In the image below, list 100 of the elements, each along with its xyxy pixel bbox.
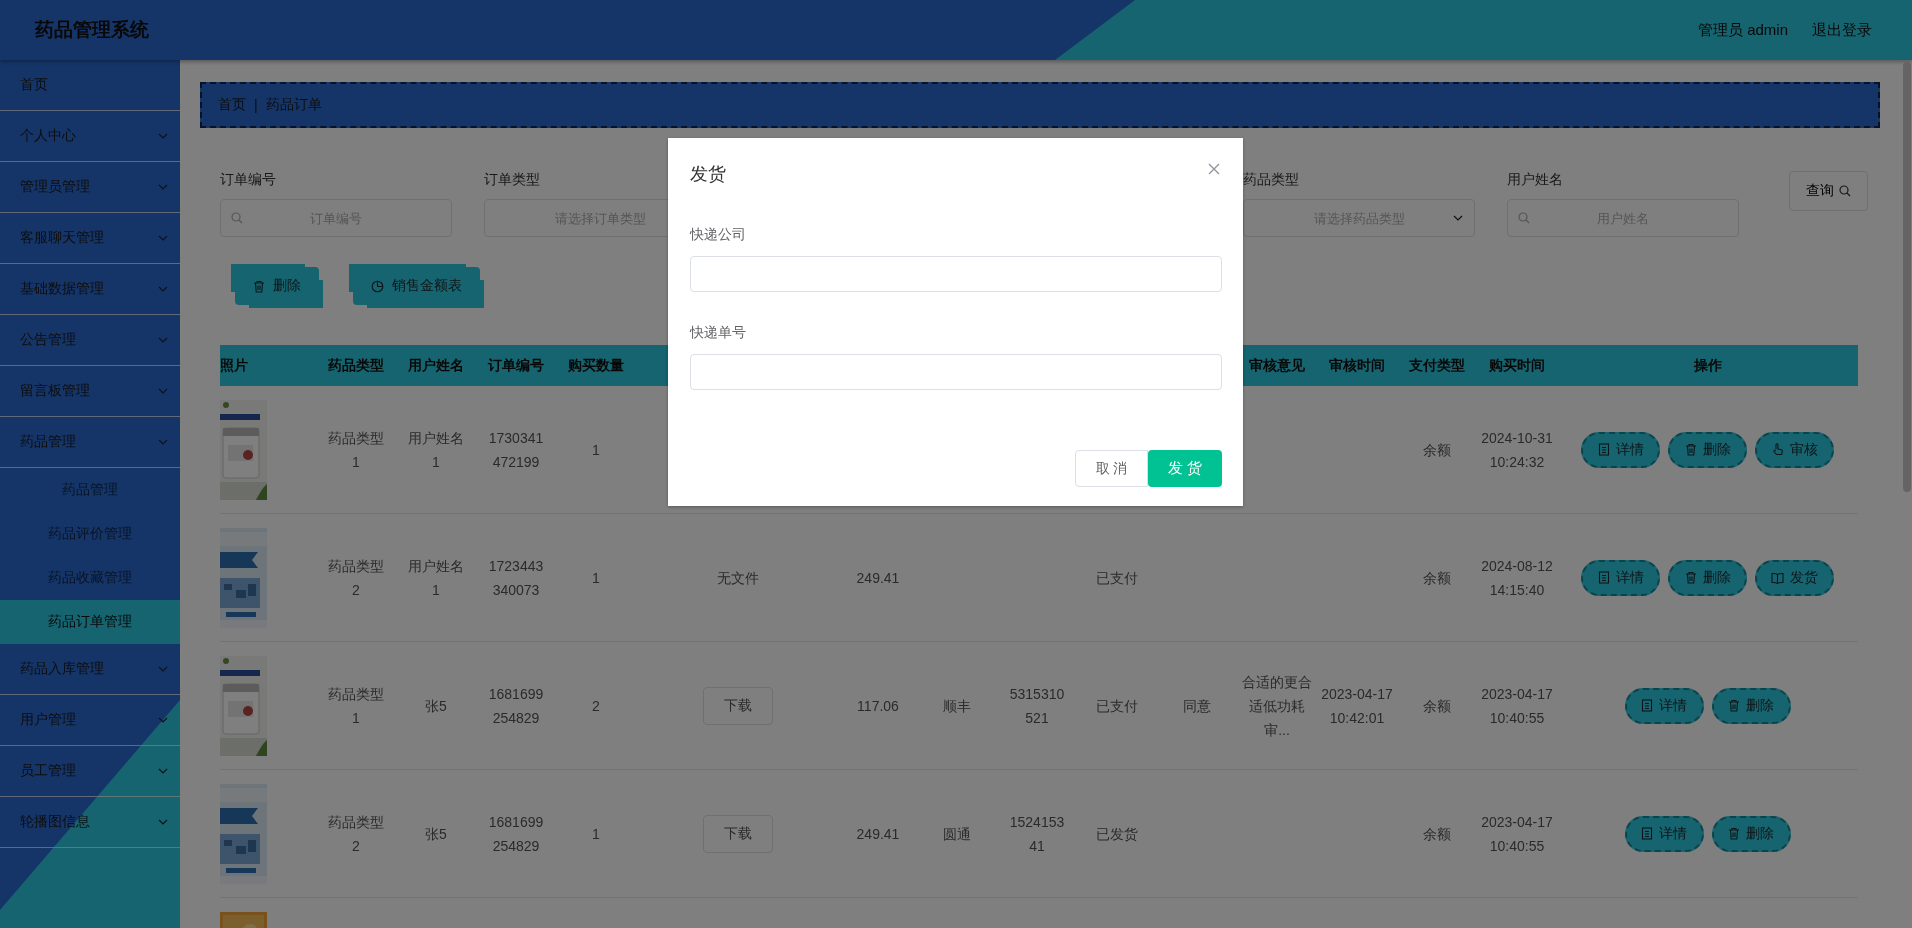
review-button[interactable]: 审核 xyxy=(1755,431,1834,468)
table-cell-text: 药品类型1 xyxy=(327,428,385,472)
ship-button[interactable]: 发货 xyxy=(1755,559,1834,596)
detail-button[interactable]: 详情 xyxy=(1581,431,1660,468)
table-cell-text: 顺丰 xyxy=(943,696,971,716)
confirm-button[interactable]: 发 货 xyxy=(1148,450,1222,487)
detail-button[interactable]: 详情 xyxy=(1581,559,1660,596)
delete-button[interactable]: 删除 xyxy=(1711,815,1791,852)
chevron-down-icon xyxy=(158,184,168,190)
detail-button[interactable]: 详情 xyxy=(1624,815,1704,852)
table-cell-text: 1 xyxy=(592,440,600,460)
table-cell-text: 已支付 xyxy=(1095,696,1138,716)
table-cell-text: 用户姓名1 xyxy=(407,556,465,600)
table-cell-text: 1723443340073 xyxy=(487,556,545,600)
delete-button[interactable]: 删除 xyxy=(1668,431,1747,468)
filter-label: 订单类型 xyxy=(484,171,540,189)
table-cell-text: 2023-04-17 10:40:55 xyxy=(1481,684,1553,728)
input-field[interactable] xyxy=(690,354,1222,390)
breadcrumb-separator: | xyxy=(254,97,258,113)
document-icon xyxy=(1597,571,1610,584)
detail-button[interactable]: 详情 xyxy=(1624,687,1704,724)
sidebar-item[interactable]: 个人中心 xyxy=(0,111,180,162)
trash-icon xyxy=(1684,571,1697,584)
trash-icon xyxy=(1728,699,1740,712)
sidebar-item[interactable]: 首页 xyxy=(0,60,180,111)
sidebar-item[interactable]: 管理员管理 xyxy=(0,162,180,213)
search-icon xyxy=(1839,185,1851,197)
table-cell-text: 1 xyxy=(592,824,600,844)
sidebar-item[interactable]: 员工管理 xyxy=(0,746,180,797)
dialog-title: 发货 xyxy=(690,163,726,186)
sidebar-item[interactable]: 公告管理 xyxy=(0,315,180,366)
trash-icon xyxy=(1728,827,1740,840)
field-label: 快递单号 xyxy=(690,324,746,342)
table-cell-text: 药品类型1 xyxy=(327,684,385,728)
sidebar-item[interactable]: 留言板管理 xyxy=(0,366,180,417)
table-cell-text: 张5 xyxy=(424,696,448,716)
table-cell-text: 117.06 xyxy=(857,696,899,716)
sidebar-item[interactable]: 药品入库管理 xyxy=(0,644,180,695)
table-cell-text: 同意 xyxy=(1183,696,1211,716)
table-cell-text: 余额 xyxy=(1423,568,1451,588)
cancel-button[interactable]: 取 消 xyxy=(1075,450,1148,487)
table-cell-text: 249.41 xyxy=(856,568,900,588)
sidebar-item[interactable]: 药品管理 xyxy=(0,417,180,468)
logout-link[interactable]: 退出登录 xyxy=(1812,20,1872,40)
table-cell-text: 1730341472199 xyxy=(487,428,545,472)
table-cell-text: 5315310521 xyxy=(1008,684,1066,728)
close-icon[interactable] xyxy=(1207,162,1221,176)
trash-icon xyxy=(253,279,265,293)
breadcrumb-item[interactable]: 首页 xyxy=(218,96,246,114)
chevron-down-icon xyxy=(158,768,168,774)
document-icon xyxy=(1641,699,1653,712)
table-cell-text: 1681699254829 xyxy=(487,812,545,856)
sidebar-item[interactable]: 基础数据管理 xyxy=(0,264,180,315)
download-button[interactable]: 下载 xyxy=(703,686,773,725)
filter-label: 药品类型 xyxy=(1243,171,1299,189)
sidebar-item[interactable]: 轮播图信息 xyxy=(0,797,180,848)
column-header: 药品类型 xyxy=(327,356,385,375)
table-cell-text: 余额 xyxy=(1423,440,1451,460)
download-button[interactable]: 下载 xyxy=(703,814,773,853)
table-cell-text: 合适的更合适低功耗审... xyxy=(1241,672,1313,740)
table-cell-text: 2023-04-17 10:40:55 xyxy=(1481,812,1553,856)
table-cell-text: 圆通 xyxy=(943,824,971,844)
sidebar-item[interactable]: 客服聊天管理 xyxy=(0,213,180,264)
chevron-down-icon xyxy=(158,337,168,343)
sidebar-item[interactable]: 用户管理 xyxy=(0,695,180,746)
search-icon xyxy=(231,212,243,224)
user-label: 管理员 admin xyxy=(1697,20,1788,40)
document-icon xyxy=(1597,443,1610,456)
sidebar-subitem[interactable]: 药品管理 xyxy=(0,468,180,512)
delete-button[interactable]: 删除 xyxy=(1668,559,1747,596)
query-button[interactable]: 查询 xyxy=(1789,171,1868,211)
document-icon xyxy=(1641,827,1653,840)
column-header: 审核意见 xyxy=(1248,356,1306,375)
search-icon xyxy=(1518,212,1530,224)
table-cell-text: 2 xyxy=(592,696,600,716)
delete-button[interactable]: 删除 xyxy=(1711,687,1791,724)
breadcrumb-item[interactable]: 药品订单 xyxy=(265,96,322,114)
chevron-down-icon xyxy=(158,388,168,394)
column-header: 照片 xyxy=(220,356,249,375)
chevron-down-icon xyxy=(158,235,168,241)
sidebar-subitem[interactable]: 药品收藏管理 xyxy=(0,556,180,600)
chevron-down-icon xyxy=(158,439,168,445)
table-cell-text: 152415341 xyxy=(1008,812,1066,856)
sidebar-subitem[interactable]: 药品订单管理 xyxy=(0,600,180,644)
table-cell-text: 药品类型2 xyxy=(327,556,385,600)
book-icon xyxy=(1771,571,1784,584)
column-header: 审核时间 xyxy=(1328,356,1386,375)
table-cell-text: 已发货 xyxy=(1095,824,1138,844)
pie-chart-icon xyxy=(371,279,384,293)
chevron-down-icon xyxy=(158,666,168,672)
table-cell-text: 1681699254829 xyxy=(487,684,545,728)
table-cell-text: 2024-10-31 10:24:32 xyxy=(1481,428,1553,472)
table-cell-text: 249.41 xyxy=(856,824,900,844)
table-cell-text: 余额 xyxy=(1423,824,1451,844)
chevron-down-icon xyxy=(158,133,168,139)
sidebar-subitem[interactable]: 药品评价管理 xyxy=(0,512,180,556)
column-header: 购买时间 xyxy=(1488,356,1546,375)
table-cell-text: 已支付 xyxy=(1095,568,1138,588)
scrollbar-thumb[interactable] xyxy=(1903,62,1911,492)
input-field[interactable] xyxy=(690,256,1222,292)
